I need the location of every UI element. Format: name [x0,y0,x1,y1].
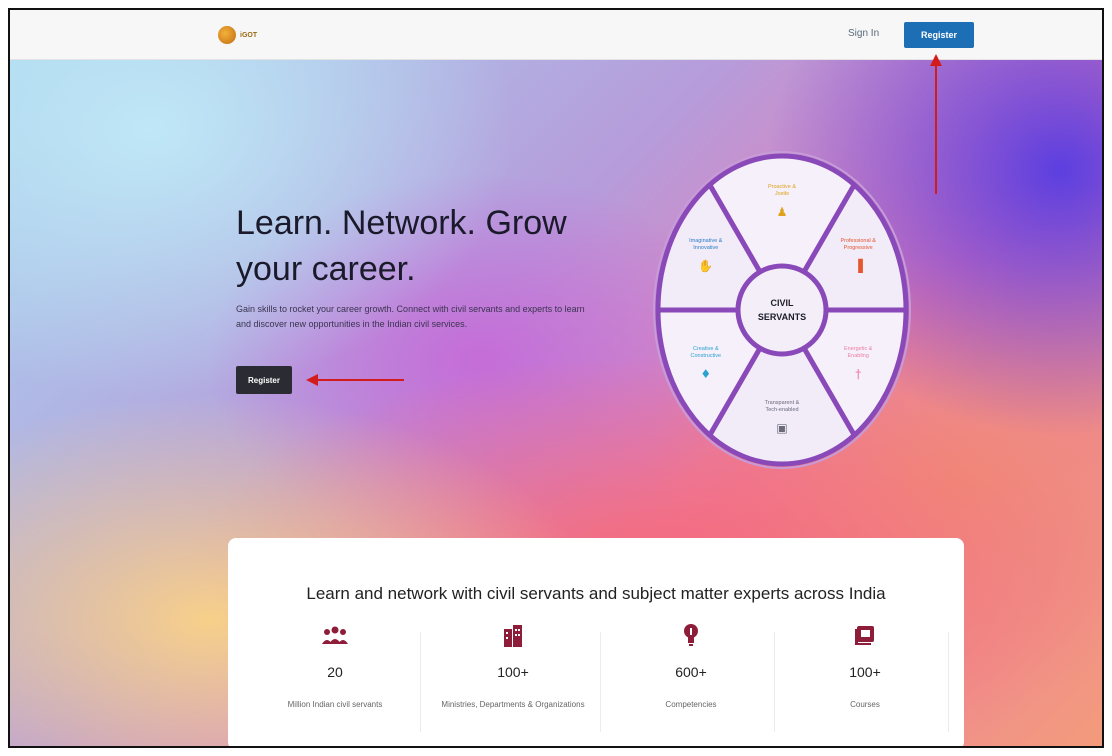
browser-viewport: iGOT Sign In Register Learn. Network. Gr… [8,8,1104,748]
logo-emblem-icon [218,26,236,44]
person-icon: ♟ [777,205,788,219]
stat-divider [774,632,775,732]
annotation-arrowhead-up-icon [930,54,942,66]
lamp-icon: † [855,367,861,381]
stat-label: Courses [850,700,880,709]
stat-value: 20 [327,664,343,680]
monitor-icon: ▣ [776,421,787,435]
stat-value: 100+ [497,664,529,680]
stat-value: 100+ [849,664,881,680]
people-group-icon [250,622,420,648]
wheel-graphic: Proactive & Jostle♟Professional & Progress… [653,151,911,469]
stat-civil-servants: 20 Million Indian civil servants [250,622,420,712]
stat-ministries: 100+ Ministries, Departments & Organizat… [428,622,598,712]
stat-competencies: 600+ Competencies [606,622,776,712]
stat-divider [948,632,949,732]
bar-chart-icon: ▐ [854,258,864,273]
wheel-center [735,263,829,357]
hero-subtitle: Gain skills to rocket your career growth… [236,304,585,329]
course-book-icon [780,622,950,648]
stat-label: Competencies [665,700,717,709]
stat-label: Ministries, Departments & Organizations [441,700,585,709]
lightbulb-icon [606,622,776,648]
logo-text: iGOT [240,31,258,39]
register-button-hero[interactable]: Register [236,366,292,394]
civil-servants-wheel: Proactive & Jostle ♟ Professional & Progress… [652,150,912,470]
wheel-segment-label: Creative & Constructive [691,346,722,359]
top-navbar: iGOT Sign In Register [10,10,1102,60]
stat-divider [600,632,601,732]
signin-link[interactable]: Sign In [848,28,879,39]
wheel-segment-label: Energetic & Enabling [844,346,873,359]
wheel-segment-label: Transparent & Tech-enabled [765,400,800,413]
bulb-icon: ♦ [700,367,711,381]
stat-divider [420,632,421,732]
stat-label: Million Indian civil servants [287,700,383,709]
stat-courses: 100+ Courses [780,622,950,712]
stats-title: Learn and network with civil servants an… [306,584,886,603]
annotation-arrow-vertical [935,66,937,194]
hand-icon: ✋ [698,259,713,273]
hero-headline: Learn. Network. Grow your career. [236,204,567,288]
wheel-center-line1: CIVIL [770,298,794,308]
annotation-arrow-horizontal [316,379,404,381]
wheel-segment-label: Imaginative & Innovative [689,238,723,251]
annotation-arrowhead-left-icon [306,374,318,386]
buildings-icon [428,622,598,648]
wheel-segment-label: Professional & Progressive [840,238,876,251]
site-logo[interactable]: iGOT [218,24,288,46]
wheel-center-line2: SERVANTS [758,312,806,322]
register-button-nav[interactable]: Register [904,22,974,48]
stats-card: Learn and network with civil servants an… [228,538,964,746]
stat-value: 600+ [675,664,707,680]
